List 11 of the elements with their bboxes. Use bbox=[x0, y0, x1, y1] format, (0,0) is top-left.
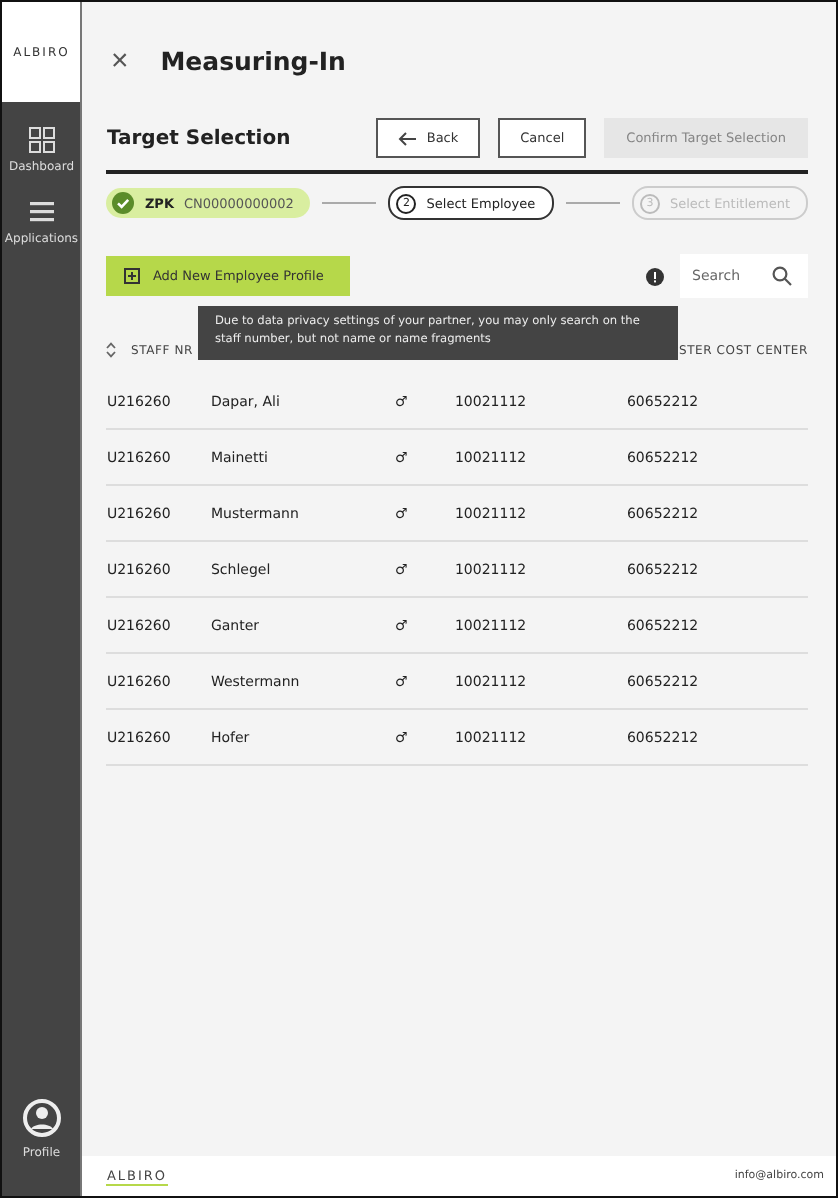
menu-icon bbox=[27, 198, 56, 226]
plus-square-icon bbox=[124, 268, 141, 284]
arrow-left-icon bbox=[398, 131, 417, 145]
page-title: Measuring-In bbox=[160, 45, 346, 75]
grid-icon bbox=[27, 126, 56, 154]
section-title: Target Selection bbox=[106, 127, 291, 149]
user-icon bbox=[21, 1098, 62, 1138]
close-button[interactable]: × bbox=[110, 43, 129, 77]
info-icon bbox=[646, 267, 664, 285]
search-icon bbox=[772, 266, 792, 286]
check-icon bbox=[112, 192, 135, 214]
